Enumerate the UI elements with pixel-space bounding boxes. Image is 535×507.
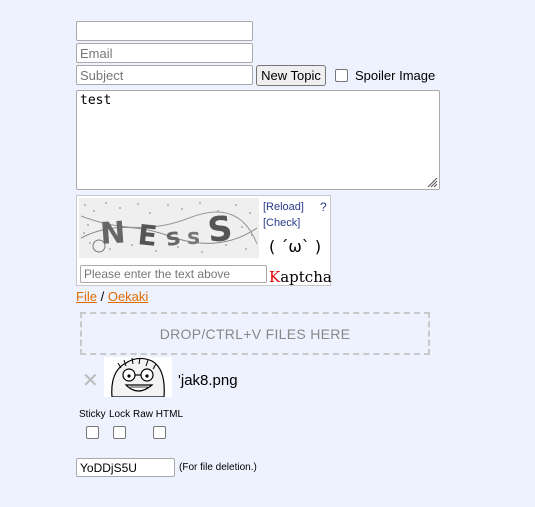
svg-text:E: E [136,218,158,253]
raw-html-label: Raw HTML [133,409,184,420]
captcha-input[interactable] [80,265,267,283]
svg-text:s: s [164,222,182,252]
kaptcha-logo-k: K [269,268,281,286]
sticky-checkbox[interactable] [86,426,99,439]
comment-text: test [80,93,112,108]
sticky-label: Sticky [79,409,106,420]
email-input[interactable] [76,43,253,63]
lock-checkbox[interactable] [113,426,126,439]
comment-textarea[interactable]: test [76,90,440,190]
file-link[interactable]: File [76,289,97,304]
captcha-help-link[interactable]: ? [320,200,327,214]
resize-handle-icon[interactable] [426,176,438,188]
remove-file-icon[interactable]: ✕ [82,368,99,392]
name-input[interactable] [76,21,253,41]
spoiler-label: Spoiler Image [355,68,436,83]
captcha-face: ( ´ω` ) [269,237,322,256]
spoiler-checkbox[interactable] [335,69,348,82]
raw-html-checkbox[interactable] [153,426,166,439]
password-note: (For file deletion.) [179,462,257,473]
captcha-widget: N E s s S [Reload] [Check] ? ( ´ω` ) Kap… [76,195,332,286]
file-drop-zone[interactable]: DROP/CTRL+V FILES HERE [80,312,430,355]
svg-text:s: s [187,225,200,250]
captcha-image: N E s s S [79,198,259,258]
kaptcha-logo-rest: aptcha [280,268,332,286]
svg-text:N: N [99,215,126,252]
new-topic-button[interactable]: New Topic [256,65,326,86]
upload-separator: / [100,289,105,304]
captcha-reload-link[interactable]: [Reload] [263,201,304,213]
svg-text:S: S [206,209,235,251]
kaptcha-logo: Kaptcha [269,268,332,286]
drop-zone-label: DROP/CTRL+V FILES HERE [159,325,351,342]
file-thumbnail [104,357,172,397]
password-input[interactable] [76,458,175,477]
lock-label: Lock [109,409,131,420]
upload-mode-links: File / Oekaki [76,289,148,304]
subject-input[interactable] [76,65,253,85]
oekaki-link[interactable]: Oekaki [108,289,148,304]
captcha-check-link[interactable]: [Check] [263,217,300,229]
uploaded-filename: 'jak8.png [178,372,238,389]
